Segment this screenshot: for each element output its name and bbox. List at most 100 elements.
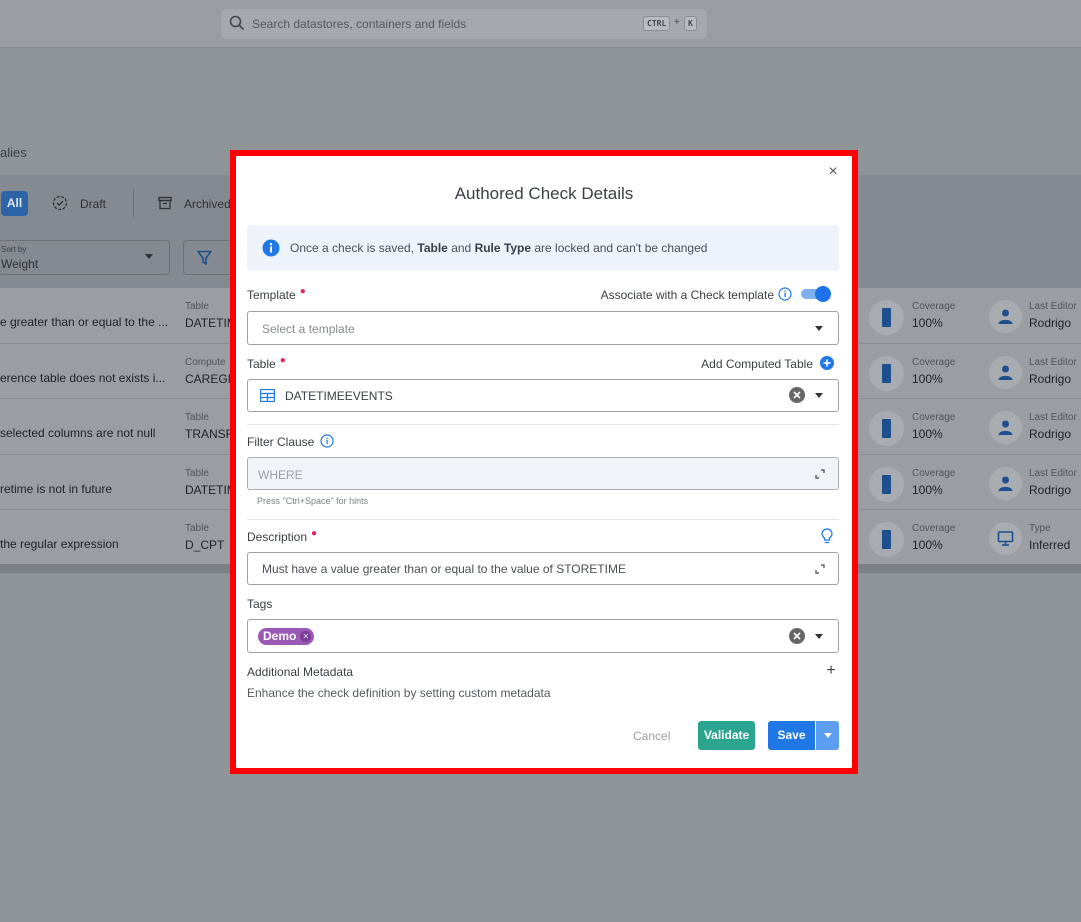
tab-archived[interactable]: Archived xyxy=(184,197,231,211)
chevron-down-icon xyxy=(145,254,153,259)
row-table-label: Table xyxy=(185,467,209,479)
user-icon xyxy=(989,300,1022,333)
row-coverage-label: Coverage xyxy=(912,467,956,479)
coverage-icon xyxy=(869,466,904,502)
cancel-button[interactable]: Cancel xyxy=(633,729,670,743)
row-table-value: DATETIM xyxy=(185,482,237,497)
add-metadata-icon[interactable]: + xyxy=(825,662,837,680)
tab-divider xyxy=(133,189,134,217)
info-icon xyxy=(262,239,280,257)
clear-icon[interactable] xyxy=(789,387,805,403)
shortcut-plus: + xyxy=(674,17,680,28)
shortcut-ctrl: CTRL xyxy=(643,16,671,31)
required-indicator: ● xyxy=(299,286,306,297)
row-editor-value: Rodrigo xyxy=(1029,482,1072,497)
authored-check-dialog: × Authored Check Details Once a check is… xyxy=(236,156,852,768)
row-table-label: Table xyxy=(185,523,209,534)
row-editor-label: Last Editor xyxy=(1029,467,1077,479)
description-label: Description ● xyxy=(247,528,318,544)
draft-icon xyxy=(52,195,68,211)
row-description: retime is not in future xyxy=(0,481,113,496)
row-editor-value: Rodrigo xyxy=(1029,427,1072,441)
row-editor-value: Rodrigo xyxy=(1029,316,1072,330)
sort-select[interactable]: Sort by Weight xyxy=(0,240,170,275)
row-coverage-value: 100% xyxy=(912,427,943,441)
row-description: e greater than or equal to the ... xyxy=(0,315,169,329)
filter-placeholder: WHERE xyxy=(258,468,303,482)
row-type-value: Inferred xyxy=(1029,538,1071,552)
row-coverage-label: Coverage xyxy=(912,301,956,312)
lightbulb-icon[interactable] xyxy=(820,528,834,544)
row-editor-value: Rodrigo xyxy=(1029,371,1072,386)
info-banner: Once a check is saved, Table and Rule Ty… xyxy=(247,225,839,271)
info-outline-icon xyxy=(778,287,792,301)
tags-select[interactable]: Demo ✕ xyxy=(247,619,839,653)
save-options-button[interactable] xyxy=(816,721,839,750)
tags-label: Tags xyxy=(247,597,273,611)
chevron-down-icon xyxy=(815,634,823,639)
coverage-icon xyxy=(869,355,904,391)
page-subtitle: alies xyxy=(0,145,27,160)
template-select[interactable]: Select a template xyxy=(247,311,839,345)
add-circle-icon[interactable] xyxy=(820,356,834,370)
row-table-label: Compute xyxy=(185,356,226,368)
section-divider xyxy=(247,424,839,425)
validate-button[interactable]: Validate xyxy=(698,721,755,750)
filter-icon xyxy=(197,250,212,265)
search-icon xyxy=(229,15,245,31)
row-table-label: Table xyxy=(185,412,209,423)
coverage-icon xyxy=(869,411,904,446)
table-grid-icon xyxy=(260,389,275,402)
expand-icon[interactable] xyxy=(815,564,825,574)
section-divider xyxy=(247,519,839,520)
additional-metadata-title: Additional Metadata xyxy=(247,665,354,679)
table-select[interactable]: DATETIMEEVENTS xyxy=(247,379,839,412)
monitor-icon xyxy=(989,522,1022,555)
row-table-label: Table xyxy=(185,301,209,312)
row-coverage-label: Coverage xyxy=(912,523,956,534)
row-description: the regular expression xyxy=(0,537,119,551)
sort-label: Sort by xyxy=(1,245,27,254)
row-description: selected columns are not null xyxy=(0,426,156,440)
tag-remove-icon[interactable]: ✕ xyxy=(300,631,312,642)
table-label: Table ● xyxy=(247,355,286,371)
coverage-icon xyxy=(869,300,904,335)
user-icon xyxy=(989,466,1022,500)
row-coverage-value: 100% xyxy=(912,316,943,330)
user-icon xyxy=(989,411,1022,444)
row-table-value: D_CPT xyxy=(185,538,225,552)
description-value: Must have a value greater than or equal … xyxy=(262,562,626,576)
row-table-value: TRANSF xyxy=(185,427,233,441)
row-coverage-value: 100% xyxy=(912,482,943,497)
required-indicator: ● xyxy=(311,528,318,539)
global-search[interactable]: Search datastores, containers and fields… xyxy=(221,9,707,39)
expand-icon[interactable] xyxy=(815,469,825,479)
filter-clause-input[interactable]: WHERE xyxy=(247,457,839,490)
row-coverage-value: 100% xyxy=(912,538,943,552)
filter-clause-label: Filter Clause xyxy=(247,435,315,449)
tab-all[interactable]: All xyxy=(1,191,28,216)
coverage-icon xyxy=(869,522,904,557)
table-value: DATETIMEEVENTS xyxy=(285,389,393,403)
template-placeholder: Select a template xyxy=(262,322,355,336)
row-editor-label: Last Editor xyxy=(1029,356,1077,368)
filter-hint: Press "Ctrl+Space" for hints xyxy=(257,496,369,506)
tag-chip[interactable]: Demo ✕ xyxy=(258,628,315,645)
row-coverage-label: Coverage xyxy=(912,412,956,423)
tab-draft[interactable]: Draft xyxy=(80,197,106,211)
top-bar: Search datastores, containers and fields… xyxy=(0,0,1081,48)
close-icon[interactable]: × xyxy=(825,164,841,180)
save-button[interactable]: Save xyxy=(768,721,815,750)
chevron-down-icon xyxy=(815,393,823,398)
description-input[interactable]: Must have a value greater than or equal … xyxy=(247,552,839,585)
row-table-value: DATETIM xyxy=(185,316,237,330)
chevron-down-icon xyxy=(815,326,823,331)
clear-icon[interactable] xyxy=(789,628,805,644)
add-computed-table-link[interactable]: Add Computed Table xyxy=(616,357,813,371)
archive-icon xyxy=(158,196,172,210)
chevron-down-icon xyxy=(824,733,832,738)
user-icon xyxy=(989,355,1022,389)
associate-template-toggle[interactable] xyxy=(801,286,831,302)
shortcut-k: K xyxy=(684,16,697,31)
associate-template-label: Associate with a Check template xyxy=(600,288,774,302)
